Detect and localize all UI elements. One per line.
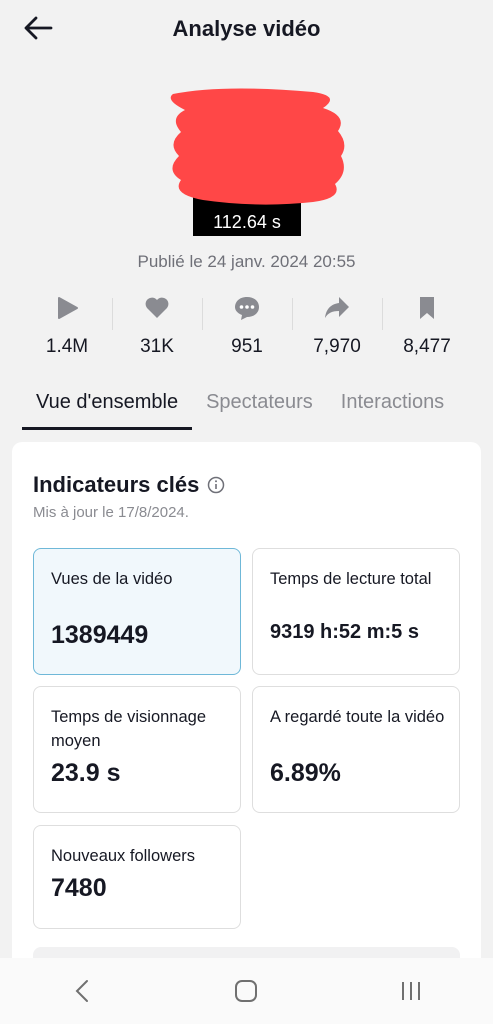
metric-value: 7480: [51, 874, 107, 902]
stat-value: 7,970: [313, 336, 361, 357]
stats-row: 1.4M 31K 951 7,970 8,477: [22, 290, 472, 360]
bookmark-icon: [420, 297, 434, 319]
key-metrics-card: Indicateurs clés Mis à jour le 17/8/2024…: [12, 442, 481, 972]
stat-views: 1.4M: [22, 290, 112, 360]
section-title-row: Indicateurs clés: [33, 472, 225, 498]
share-icon: [325, 297, 349, 318]
metric-card-total-watch-time[interactable]: Temps de lecture total 9319 h:52 m:5 s: [252, 548, 460, 675]
stat-value: 31K: [140, 336, 174, 357]
stat-likes: 31K: [112, 290, 202, 360]
redaction-overlay: [170, 88, 345, 205]
play-icon: [58, 297, 78, 319]
tab-viewers[interactable]: Spectateurs: [192, 386, 327, 430]
stat-value: 8,477: [403, 336, 451, 357]
metric-label: Nouveaux followers: [51, 847, 195, 865]
nav-home-button[interactable]: [216, 966, 276, 1016]
metric-value: 1389449: [51, 621, 149, 649]
nav-recents-button[interactable]: [381, 966, 441, 1016]
metric-card-watched-full[interactable]: A regardé toute la vidéo 6.89%: [252, 686, 460, 813]
metric-label: Temps de visionnage moyen: [51, 708, 207, 750]
video-duration: 112.64 s: [213, 212, 281, 232]
heart-icon: [145, 297, 169, 318]
stat-value: 951: [231, 336, 263, 357]
comment-icon: [235, 297, 259, 320]
tab-bar: Vue d'ensemble Spectateurs Interactions: [22, 386, 493, 430]
stat-shares: 7,970: [292, 290, 382, 360]
home-icon: [235, 980, 258, 1002]
metric-card-average-watch-time[interactable]: Temps de visionnage moyen 23.9 s: [33, 686, 241, 813]
metric-label: Temps de lecture total: [270, 570, 432, 588]
metric-value: 9319 h:52 m:5 s: [270, 621, 419, 643]
metric-value: 23.9 s: [51, 759, 121, 787]
updated-date: Mis à jour le 17/8/2024.: [33, 504, 189, 521]
metric-label: Vues de la vidéo: [51, 570, 173, 588]
info-icon[interactable]: [207, 476, 225, 494]
metric-card-new-followers[interactable]: Nouveaux followers 7480: [33, 825, 241, 929]
tab-interactions[interactable]: Interactions: [327, 386, 458, 430]
metric-card-views[interactable]: Vues de la vidéo 1389449: [33, 548, 241, 675]
system-nav-bar: [0, 958, 493, 1024]
nav-back-button[interactable]: [52, 966, 112, 1016]
header: Analyse vidéo: [0, 0, 493, 60]
recents-icon: [401, 982, 420, 1000]
chevron-left-icon: [75, 980, 89, 1002]
published-date: Publié le 24 janv. 2024 20:55: [137, 252, 356, 271]
stat-comments: 951: [202, 290, 292, 360]
page-title: Analyse vidéo: [172, 16, 321, 41]
metric-label: A regardé toute la vidéo: [270, 708, 445, 726]
metric-value: 6.89%: [270, 759, 341, 787]
stat-saves: 8,477: [382, 290, 472, 360]
stat-value: 1.4M: [45, 336, 89, 357]
section-title: Indicateurs clés: [33, 472, 200, 497]
tab-overview[interactable]: Vue d'ensemble: [22, 386, 193, 430]
